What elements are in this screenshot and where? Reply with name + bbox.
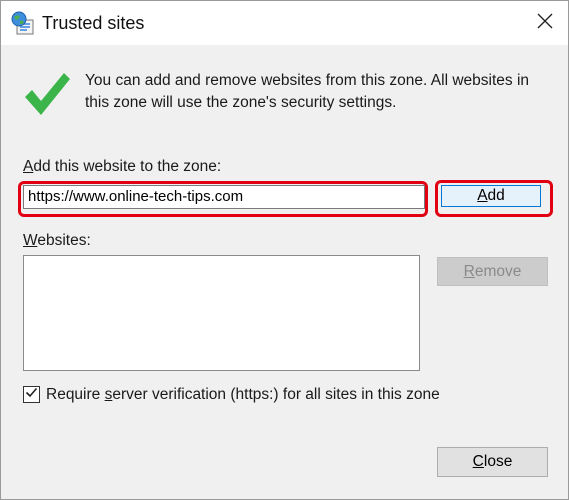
close-button[interactable]: Close bbox=[437, 447, 548, 477]
globe-list-icon bbox=[11, 11, 35, 35]
websites-label: Websites: bbox=[23, 232, 91, 249]
close-window-button[interactable] bbox=[522, 1, 568, 45]
trusted-sites-dialog: Trusted sites You can add and remove web… bbox=[0, 0, 569, 500]
checkmark-icon bbox=[25, 386, 38, 404]
window-title: Trusted sites bbox=[42, 13, 145, 33]
title-bar: Trusted sites bbox=[1, 1, 568, 45]
add-button[interactable]: Add bbox=[441, 185, 541, 207]
websites-list[interactable] bbox=[23, 255, 420, 371]
green-checkmark-icon bbox=[23, 71, 71, 117]
require-verification-checkbox[interactable] bbox=[23, 386, 40, 403]
close-x-icon bbox=[537, 13, 553, 34]
require-verification-label[interactable]: Require server verification (https:) for… bbox=[46, 386, 440, 404]
add-website-label: Add this website to the zone: bbox=[23, 158, 222, 175]
zone-description: You can add and remove websites from thi… bbox=[85, 72, 530, 111]
remove-button[interactable]: Remove bbox=[437, 257, 548, 286]
website-url-input[interactable]: https://www.online-tech-tips.com bbox=[23, 185, 425, 209]
